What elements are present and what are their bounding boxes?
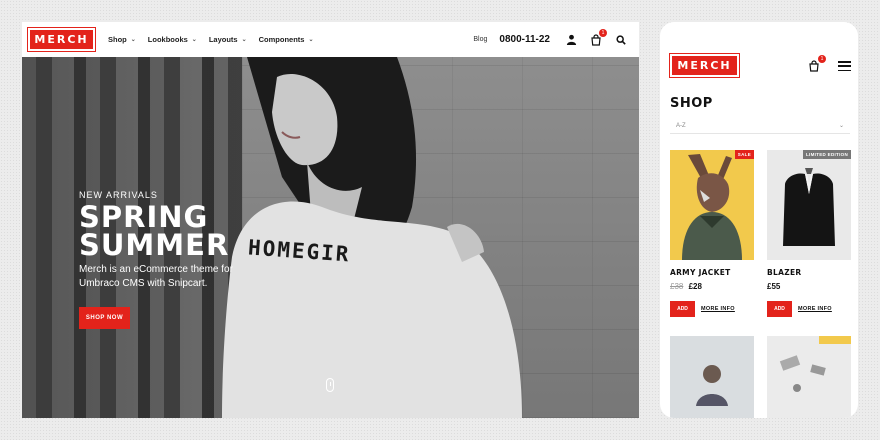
chevron-down-icon: ⌄ xyxy=(838,123,844,129)
product-old-price: £38 xyxy=(670,282,684,291)
main-nav: Shop ⌄ Lookbooks ⌄ Layouts ⌄ Components … xyxy=(108,22,326,57)
more-info-link[interactable]: MORE INFO xyxy=(701,306,735,312)
blog-link[interactable]: Blog xyxy=(473,36,487,43)
sale-badge: SALE xyxy=(734,150,754,159)
phone-number[interactable]: 0800-11-22 xyxy=(499,34,550,45)
mobile-cart-icon[interactable]: 1 xyxy=(808,55,826,73)
scroll-down-indicator-icon[interactable] xyxy=(326,378,334,392)
nav-item-label: Components xyxy=(258,35,305,44)
mobile-logo[interactable]: MERCH xyxy=(669,53,740,78)
mobile-preview: MERCH 1 SHOP A-Z ⌄ SALE ARMY JACKET £38 … xyxy=(660,22,858,418)
hero-copy: NEW ARRIVALS SPRING SUMMER Merch is an e… xyxy=(79,190,239,329)
chevron-down-icon: ⌄ xyxy=(191,37,197,43)
product-price: £55 xyxy=(767,282,851,291)
nav-item-components[interactable]: Components ⌄ xyxy=(259,35,314,44)
product-actions: ADD MORE INFO xyxy=(670,301,754,317)
nav-item-lookbooks[interactable]: Lookbooks ⌄ xyxy=(148,35,197,44)
chevron-down-icon: ⌄ xyxy=(308,37,314,43)
nav-item-shop[interactable]: Shop ⌄ xyxy=(108,35,136,44)
add-to-cart-button[interactable]: ADD xyxy=(767,301,792,317)
hero-title-line-2: SUMMER xyxy=(79,228,230,262)
product-card: SALE ARMY JACKET £38 £28 ADD MORE INFO xyxy=(670,150,754,317)
product-actions: ADD MORE INFO xyxy=(767,301,851,317)
more-info-link[interactable]: MORE INFO xyxy=(798,306,832,312)
hamburger-menu-icon[interactable] xyxy=(838,61,851,71)
shop-now-button[interactable]: SHOP NOW xyxy=(79,307,130,329)
nav-item-label: Layouts xyxy=(208,35,238,44)
sort-select[interactable]: A-Z ⌄ xyxy=(670,118,850,134)
chevron-down-icon: ⌄ xyxy=(130,37,136,43)
add-to-cart-button[interactable]: ADD xyxy=(670,301,695,317)
product-current-price: £28 xyxy=(688,282,702,291)
product-price: £38 £28 xyxy=(670,282,754,291)
product-card: LIMITED EDITION BLAZER £55 ADD MORE INFO xyxy=(767,150,851,317)
page-title: SHOP xyxy=(670,96,713,111)
search-icon[interactable] xyxy=(614,33,628,47)
product-name[interactable]: ARMY JACKET xyxy=(670,268,754,277)
product-image[interactable]: LIMITED EDITION xyxy=(767,150,851,260)
product-image[interactable] xyxy=(670,336,754,418)
limited-edition-badge: LIMITED EDITION xyxy=(803,150,851,159)
hero-title: SPRING SUMMER xyxy=(79,200,239,262)
header-utilities: Blog 0800-11-22 1 xyxy=(473,22,639,57)
mobile-cart-count-badge: 1 xyxy=(818,55,826,63)
hero-title-line-1: SPRING xyxy=(79,200,209,234)
logo[interactable]: MERCH xyxy=(27,27,96,52)
cart-icon[interactable]: 1 xyxy=(589,28,607,47)
site-header: MERCH Shop ⌄ Lookbooks ⌄ Layouts ⌄ Compo… xyxy=(22,22,639,57)
product-card xyxy=(767,336,851,418)
product-image[interactable] xyxy=(767,336,851,418)
product-name[interactable]: BLAZER xyxy=(767,268,851,277)
product-card xyxy=(670,336,754,418)
hero-eyebrow: NEW ARRIVALS xyxy=(79,190,158,200)
desktop-preview: MERCH Shop ⌄ Lookbooks ⌄ Layouts ⌄ Compo… xyxy=(22,22,639,418)
product-image[interactable]: SALE xyxy=(670,150,754,260)
sort-select-value: A-Z xyxy=(676,122,686,129)
cart-count-badge: 1 xyxy=(599,28,607,37)
nav-item-layouts[interactable]: Layouts ⌄ xyxy=(209,35,247,44)
hero-description: Merch is an eCommerce theme for Umbraco … xyxy=(79,264,233,289)
nav-item-label: Shop xyxy=(108,35,127,44)
hero-banner: HOMEGIR NEW ARRIVALS SPRING SUMMER Merch… xyxy=(22,57,639,418)
user-icon[interactable] xyxy=(564,33,578,47)
nav-item-label: Lookbooks xyxy=(147,35,188,44)
product-current-price: £55 xyxy=(767,282,781,291)
chevron-down-icon: ⌄ xyxy=(241,37,247,43)
